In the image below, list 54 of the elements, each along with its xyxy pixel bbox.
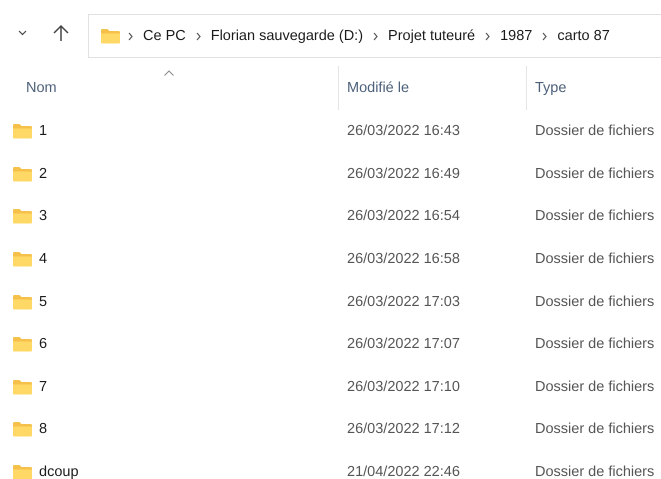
- sort-ascending-icon: [164, 70, 174, 76]
- folder-icon: [12, 378, 33, 395]
- breadcrumb-item[interactable]: Florian sauvegarde (D:): [208, 28, 366, 44]
- file-name[interactable]: dcoup: [39, 464, 79, 479]
- folder-icon: [12, 166, 33, 182]
- file-name[interactable]: 4: [39, 251, 48, 268]
- file-type: Dossier de fichiers: [534, 294, 656, 310]
- up-arrow-icon: [53, 24, 69, 42]
- chevron-down-icon: [18, 30, 26, 36]
- file-name[interactable]: 5: [39, 294, 48, 310]
- chevron-right-icon: [373, 32, 378, 40]
- folder-icon: [12, 251, 33, 268]
- column-header[interactable]: Nom: [0, 66, 338, 110]
- file-name[interactable]: 2: [39, 166, 48, 182]
- file-type: Dossier de fichiers: [534, 421, 656, 438]
- folder-icon: [12, 336, 33, 352]
- date-modified: 26/03/2022 16:54: [346, 208, 461, 224]
- file-type: Dossier de fichiers: [534, 208, 656, 224]
- file-type: Dossier de fichiers: [534, 336, 656, 352]
- chevron-right-icon: [128, 32, 133, 40]
- file-name[interactable]: 1: [39, 123, 48, 140]
- folder-icon: [12, 464, 33, 479]
- folder-icon: [12, 208, 33, 224]
- date-modified: 26/03/2022 16:43: [346, 123, 461, 140]
- chevron-right-icon: [196, 32, 201, 40]
- column-header[interactable]: Modifié le: [338, 66, 526, 110]
- address-bar[interactable]: Ce PC Florian sauvegarde (D:) Projet tuteuré 1987 carto 87: [88, 14, 661, 58]
- file-type: Dossier de fichiers: [534, 464, 656, 479]
- file-type: Dossier de fichiers: [534, 251, 656, 268]
- breadcrumb-item[interactable]: Ce PC: [140, 28, 189, 44]
- date-modified: 26/03/2022 16:58: [346, 251, 461, 268]
- chevron-right-icon: [542, 32, 548, 40]
- breadcrumb-item[interactable]: 1987: [497, 28, 536, 44]
- date-modified: 26/03/2022 17:10: [346, 378, 461, 395]
- breadcrumb-item[interactable]: Projet tuteuré: [385, 28, 478, 44]
- file-name[interactable]: 6: [39, 336, 48, 352]
- column-header[interactable]: Type: [526, 66, 661, 110]
- folder-icon: [12, 123, 33, 140]
- date-modified: 21/04/2022 22:46: [346, 464, 461, 479]
- file-name[interactable]: 7: [39, 378, 48, 395]
- file-type: Dossier de fichiers: [534, 378, 656, 395]
- file-type: Dossier de fichiers: [534, 166, 656, 182]
- breadcrumb-item[interactable]: carto 87: [554, 28, 613, 44]
- date-modified: 26/03/2022 16:49: [346, 166, 461, 182]
- folder-icon: [100, 28, 121, 44]
- file-name[interactable]: 3: [39, 208, 48, 224]
- date-modified: 26/03/2022 17:07: [346, 336, 461, 352]
- date-modified: 26/03/2022 17:12: [346, 421, 461, 438]
- folder-icon: [12, 421, 33, 438]
- chevron-right-icon: [485, 32, 490, 40]
- file-name[interactable]: 8: [39, 421, 48, 438]
- folder-icon: [12, 294, 33, 310]
- file-type: Dossier de fichiers: [534, 123, 656, 140]
- date-modified: 26/03/2022 17:03: [346, 294, 461, 310]
